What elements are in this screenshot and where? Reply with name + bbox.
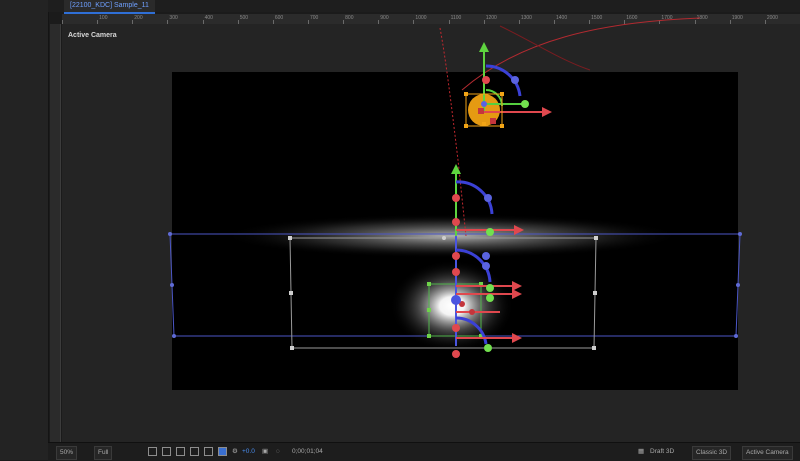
color-management-icon[interactable]: ⚙ bbox=[232, 446, 238, 458]
camera-path-arc-2 bbox=[499, 25, 591, 71]
mask-visibility-icon[interactable] bbox=[176, 446, 185, 458]
grid-guides-icon[interactable] bbox=[204, 446, 213, 458]
fast-previews-icon[interactable] bbox=[190, 446, 199, 458]
renderer-mode-dropdown[interactable]: Classic 3D bbox=[692, 446, 732, 460]
zoom-dropdown[interactable]: 50% bbox=[56, 446, 78, 460]
region-of-interest-icon[interactable] bbox=[148, 446, 157, 458]
camera-path bbox=[439, 27, 467, 237]
camera-path-arc bbox=[461, 17, 701, 91]
scene-overlay[interactable] bbox=[0, 0, 800, 460]
resolution-dropdown[interactable]: Full bbox=[94, 446, 113, 460]
exposure-value[interactable]: +0.0 bbox=[242, 446, 255, 458]
renderer-icon[interactable]: ▦ bbox=[638, 446, 644, 458]
view-dropdown[interactable]: Active Camera bbox=[742, 446, 793, 460]
gizmo-top[interactable] bbox=[464, 42, 552, 128]
transparency-grid-icon[interactable] bbox=[162, 446, 171, 458]
viewer-status-bar: 50% Full ⚙ +0.0 ▣ ◌ 0;00;01;04 ▦ Draft 3… bbox=[48, 442, 800, 461]
timecode[interactable]: 0;00;01;04 bbox=[292, 446, 323, 458]
channel-icon[interactable] bbox=[218, 446, 227, 458]
snapshot-icon[interactable]: ▣ bbox=[262, 446, 268, 458]
show-snapshot-icon[interactable]: ◌ bbox=[276, 446, 280, 458]
renderer-label[interactable]: Draft 3D bbox=[650, 446, 674, 458]
